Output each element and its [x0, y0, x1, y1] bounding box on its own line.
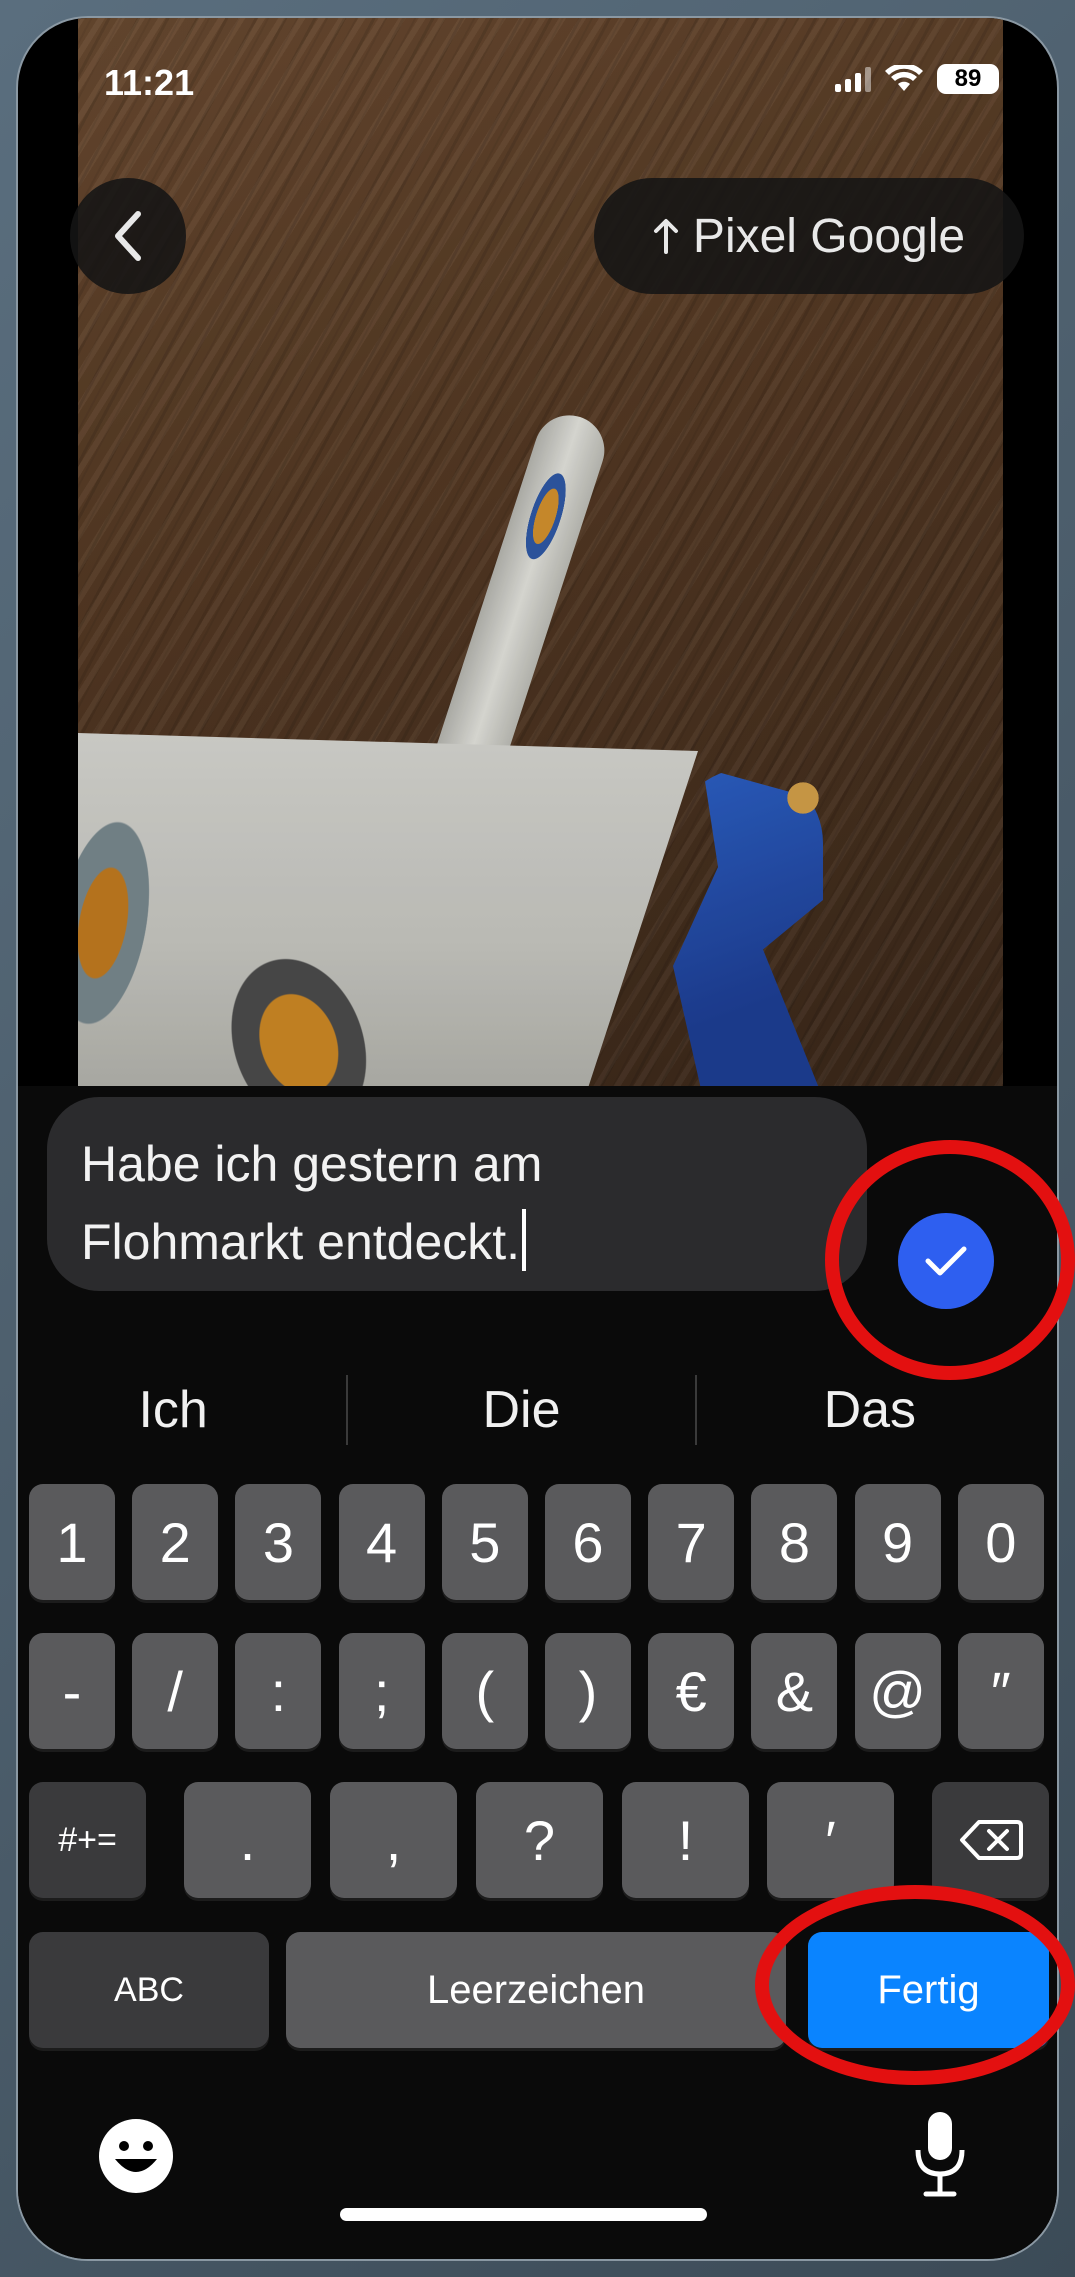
- battery-indicator: 89: [937, 64, 999, 94]
- key-digit[interactable]: 2: [132, 1484, 219, 1600]
- status-icons: 89: [835, 64, 999, 94]
- microphone-icon[interactable]: [912, 2110, 968, 2200]
- key-symbol[interactable]: €: [648, 1633, 735, 1749]
- key-punctuation[interactable]: ′: [767, 1782, 894, 1898]
- key-symbol[interactable]: @: [854, 1633, 941, 1749]
- chevron-left-icon: [115, 211, 141, 261]
- key-digit[interactable]: 7: [648, 1484, 735, 1600]
- key-symbol[interactable]: &: [751, 1633, 838, 1749]
- key-symbol[interactable]: ;: [338, 1633, 425, 1749]
- key-more-symbols[interactable]: #+=: [29, 1782, 146, 1898]
- key-punctuation[interactable]: .: [184, 1782, 311, 1898]
- home-indicator[interactable]: [340, 2208, 707, 2221]
- key-digit[interactable]: 6: [545, 1484, 631, 1600]
- key-digit[interactable]: 9: [854, 1484, 941, 1600]
- backspace-icon: [959, 1820, 1023, 1860]
- arrow-up-icon: [653, 219, 678, 254]
- key-punctuation[interactable]: ,: [330, 1782, 457, 1898]
- key-digit[interactable]: 4: [338, 1484, 425, 1600]
- key-digit[interactable]: 3: [235, 1484, 322, 1600]
- caption-input[interactable]: Habe ich gestern am Flohmarkt entdeckt.: [47, 1097, 867, 1291]
- key-symbol[interactable]: (: [441, 1633, 528, 1749]
- key-digit[interactable]: 8: [751, 1484, 838, 1600]
- caption-line-1: Habe ich gestern am: [81, 1136, 543, 1192]
- emoji-icon[interactable]: [97, 2117, 175, 2195]
- share-target-button[interactable]: Pixel Google: [594, 178, 1024, 294]
- share-target-label: Pixel Google: [692, 209, 966, 263]
- key-symbol[interactable]: /: [132, 1633, 219, 1749]
- key-symbol[interactable]: ): [545, 1633, 631, 1749]
- key-symbol[interactable]: :: [235, 1633, 322, 1749]
- delete-key[interactable]: [932, 1782, 1049, 1898]
- key-digit[interactable]: 0: [957, 1484, 1044, 1600]
- caption-line-2: Flohmarkt entdeckt.: [81, 1214, 521, 1270]
- key-digit[interactable]: 5: [441, 1484, 528, 1600]
- key-digit[interactable]: 1: [29, 1484, 115, 1600]
- suggestion-1[interactable]: Ich: [0, 1360, 346, 1460]
- text-cursor: [522, 1209, 527, 1271]
- space-key[interactable]: Leerzeichen: [286, 1932, 786, 2048]
- back-button[interactable]: [70, 178, 186, 294]
- key-symbol[interactable]: ″: [957, 1633, 1044, 1749]
- highlight-ring-done: [755, 1885, 1075, 2085]
- key-punctuation[interactable]: !: [622, 1782, 749, 1898]
- cellular-signal-icon: [835, 66, 871, 92]
- wifi-icon: [885, 65, 923, 91]
- key-punctuation[interactable]: ?: [476, 1782, 603, 1898]
- suggestion-2[interactable]: Die: [348, 1360, 694, 1460]
- key-symbol[interactable]: -: [29, 1633, 115, 1749]
- predictive-text-bar: Ich Die Das: [0, 1360, 1043, 1460]
- status-time: 11:21: [104, 62, 195, 103]
- abc-key[interactable]: ABC: [29, 1932, 269, 2048]
- highlight-ring-confirm: [825, 1140, 1075, 1380]
- suggestion-3[interactable]: Das: [697, 1360, 1043, 1460]
